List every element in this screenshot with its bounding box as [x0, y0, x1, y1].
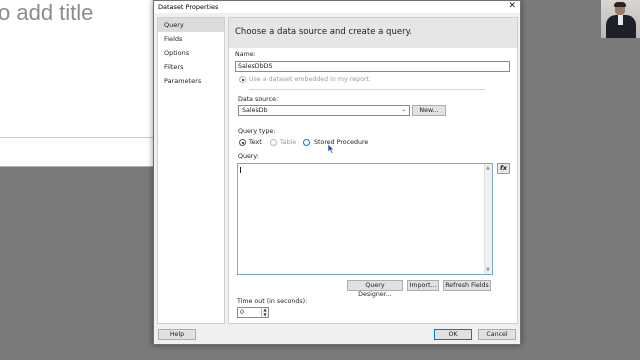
nav-item-parameters[interactable]: Parameters — [158, 74, 224, 88]
name-label: Name: — [235, 51, 256, 58]
querytype-table-label: Table — [280, 139, 297, 146]
chevron-down-icon: ⌄ — [400, 106, 406, 113]
import-button[interactable]: Import... — [407, 280, 439, 291]
datasource-select[interactable]: SalesDb ⌄ — [238, 105, 410, 116]
querytype-text-radio[interactable] — [239, 139, 246, 146]
querytype-storedproc-label: Stored Procedure — [314, 139, 369, 146]
slide-divider — [0, 137, 155, 138]
properties-nav: Query Fields Options Filters Parameters — [157, 17, 225, 324]
text-caret — [240, 167, 241, 173]
close-icon[interactable]: ✕ — [508, 1, 516, 12]
timeout-value: 0 — [240, 309, 245, 316]
dialog-title: Dataset Properties — [158, 3, 219, 11]
slide-title-placeholder: o add title — [0, 0, 94, 25]
nav-item-filters[interactable]: Filters — [158, 60, 224, 74]
query-scrollbar[interactable]: ▲ ▼ — [484, 164, 492, 274]
scroll-down-icon[interactable]: ▼ — [486, 267, 490, 273]
querytype-label: Query type: — [238, 128, 276, 135]
nav-item-fields[interactable]: Fields — [158, 32, 224, 46]
presenter-webcam — [601, 0, 640, 38]
datasource-label: Data source: — [238, 96, 279, 103]
name-field[interactable]: SalesDbDS — [235, 61, 510, 72]
embedded-dataset-radio — [239, 76, 246, 83]
scroll-up-icon[interactable]: ▲ — [486, 165, 490, 171]
nav-item-options[interactable]: Options — [158, 46, 224, 60]
ok-button[interactable]: OK — [434, 329, 472, 340]
background-slide: o add title — [0, 0, 155, 167]
dataset-properties-dialog: Dataset Properties ✕ Query Fields Option… — [153, 0, 521, 345]
mouse-pointer-icon — [328, 144, 335, 154]
panel-header: Choose a data source and create a query. — [229, 18, 517, 48]
refresh-fields-button[interactable]: Refresh Fields — [443, 280, 491, 291]
querytype-table-radio — [270, 139, 277, 146]
spin-arrows-icon[interactable]: ▲ ▼ — [261, 307, 268, 317]
timeout-label: Time out (in seconds): — [237, 298, 308, 305]
nav-item-query[interactable]: Query — [158, 18, 224, 32]
section-divider — [249, 89, 485, 90]
timeout-spinner[interactable]: 0 ▲ ▼ — [237, 307, 269, 318]
help-button[interactable]: Help — [158, 329, 196, 340]
querytype-text-label: Text — [249, 139, 262, 146]
cancel-button[interactable]: Cancel — [478, 329, 516, 340]
fx-icon[interactable]: fx — [497, 163, 510, 174]
query-label: Query: — [238, 153, 259, 160]
dialog-titlebar: Dataset Properties ✕ — [154, 1, 520, 13]
query-textarea[interactable]: ▲ ▼ — [237, 163, 493, 275]
new-datasource-button[interactable]: New... — [412, 105, 446, 116]
presenter-hair — [614, 2, 626, 7]
presenter-shirt — [618, 15, 623, 25]
embedded-dataset-label: Use a dataset embedded in my report. — [249, 76, 372, 83]
query-panel: Choose a data source and create a query.… — [228, 17, 518, 324]
query-designer-button[interactable]: Query Designer... — [347, 280, 403, 298]
datasource-value: SalesDb — [242, 107, 268, 114]
querytype-storedproc-radio[interactable] — [303, 139, 310, 146]
